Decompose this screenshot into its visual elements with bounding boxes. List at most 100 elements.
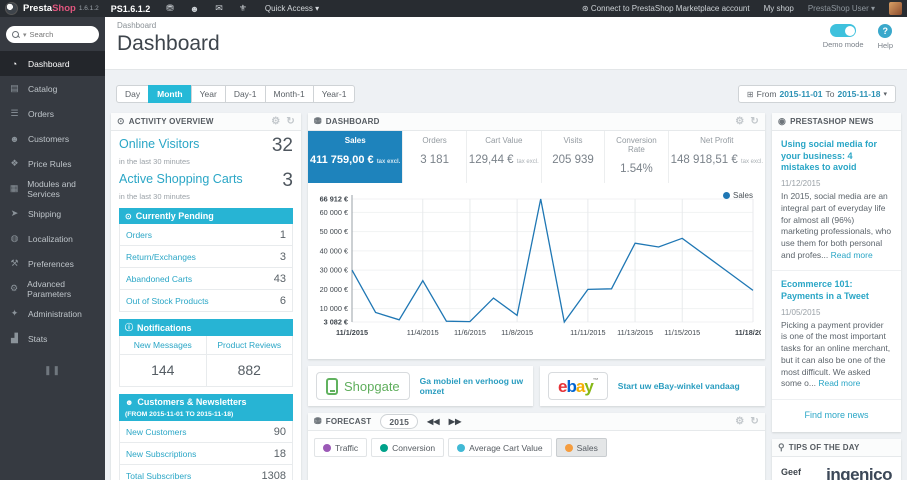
kpi-orders[interactable]: Orders 3 181 bbox=[403, 131, 467, 183]
read-more-link[interactable]: Read more bbox=[818, 378, 860, 388]
new-customers-link[interactable]: New Customers bbox=[126, 427, 186, 437]
new-subscriptions-link[interactable]: New Subscriptions bbox=[126, 449, 196, 459]
news-article-title-link[interactable]: Ecommerce 101: Payments in a Tweet bbox=[781, 279, 892, 302]
find-more-news-link[interactable]: Find more news bbox=[772, 400, 901, 432]
pending-row-out-of-stock: Out of Stock Products 6 bbox=[119, 290, 293, 312]
online-visitors-link[interactable]: Online Visitors bbox=[119, 137, 199, 151]
refresh-icon[interactable]: ↻ bbox=[750, 116, 759, 127]
trophy-icon[interactable]: ⚜ bbox=[239, 3, 247, 14]
date-to-label: To bbox=[825, 89, 835, 99]
kpi-cart-value[interactable]: Cart Value 129,44 € tax excl. bbox=[467, 131, 542, 183]
breadcrumb[interactable]: Dashboard bbox=[117, 21, 895, 30]
svg-text:11/6/2015: 11/6/2015 bbox=[454, 328, 486, 337]
forecast-toggle-sales[interactable]: Sales bbox=[555, 438, 607, 457]
user-icon[interactable]: ☻ bbox=[190, 4, 199, 14]
sidebar-item-administration[interactable]: ✦ Administration bbox=[0, 301, 105, 326]
gear-icon[interactable]: ⚙ bbox=[271, 116, 280, 127]
gear-icon[interactable]: ⚙ bbox=[735, 116, 744, 127]
filter-day-button[interactable]: Day bbox=[116, 85, 150, 103]
sidebar-item-customers[interactable]: ☻ Customers bbox=[0, 126, 105, 151]
sidebar-item-advanced-parameters[interactable]: ⚙ Advanced Parameters bbox=[0, 276, 105, 301]
search-input[interactable] bbox=[29, 30, 93, 39]
abandoned-carts-link[interactable]: Abandoned Carts bbox=[126, 274, 192, 284]
user-menu[interactable]: PrestaShop User ▾ bbox=[808, 4, 875, 13]
refresh-icon[interactable]: ↻ bbox=[286, 116, 295, 127]
out-of-stock-link[interactable]: Out of Stock Products bbox=[126, 296, 209, 306]
shopgate-link[interactable]: Ga mobiel en verhoog uw omzet bbox=[420, 376, 525, 396]
demo-mode-toggle[interactable] bbox=[830, 24, 857, 37]
filter-year-button[interactable]: Year bbox=[190, 85, 226, 103]
sidebar-item-preferences[interactable]: ⚒ Preferences bbox=[0, 251, 105, 276]
sidebar-item-localization[interactable]: ◍ Localization bbox=[0, 226, 105, 251]
pending-returns-link[interactable]: Return/Exchanges bbox=[126, 252, 196, 262]
ebay-ad[interactable]: ebay™ Start uw eBay-winkel vandaag bbox=[540, 366, 765, 406]
filter-month-button[interactable]: Month bbox=[148, 85, 192, 103]
forecast-year[interactable]: 2015 bbox=[380, 414, 419, 429]
refresh-icon[interactable]: ↻ bbox=[750, 416, 759, 427]
sidebar-item-orders[interactable]: ☰ Orders bbox=[0, 101, 105, 126]
forecast-panel-title: FORECAST bbox=[325, 417, 372, 426]
svg-text:50 000 €: 50 000 € bbox=[320, 227, 348, 236]
pending-row-returns: Return/Exchanges 3 bbox=[119, 246, 293, 268]
forecast-toggle-traffic[interactable]: Traffic bbox=[314, 438, 368, 457]
marketplace-link[interactable]: ⊛ Connect to PrestaShop Marketplace acco… bbox=[582, 4, 750, 13]
shopgate-phone-icon bbox=[326, 377, 338, 395]
help-icon[interactable]: ? bbox=[878, 24, 893, 38]
sidebar-search[interactable]: ▾ bbox=[6, 26, 99, 43]
advanced-parameters-icon: ⚙ bbox=[10, 283, 19, 293]
forecast-toggle-conversion[interactable]: Conversion bbox=[371, 438, 445, 457]
new-messages-value: 144 bbox=[151, 362, 175, 378]
ingenico-logo: ingenico Payment services bbox=[814, 466, 892, 480]
sidebar-item-catalog[interactable]: ▤ Catalog bbox=[0, 76, 105, 101]
pending-orders-link[interactable]: Orders bbox=[126, 230, 152, 240]
chart-legend[interactable]: Sales bbox=[722, 191, 753, 200]
online-visitors-metric: Online Visitors 32 bbox=[119, 135, 293, 157]
sidebar-item-stats[interactable]: ▟ Stats bbox=[0, 326, 105, 351]
forecast-prev-button[interactable]: ◀◀ bbox=[427, 417, 440, 426]
sidebar-item-shipping[interactable]: ➤ Shipping bbox=[0, 201, 105, 226]
sidebar-item-price-rules[interactable]: ❖ Price Rules bbox=[0, 151, 105, 176]
kpi-visits[interactable]: Visits 205 939 bbox=[542, 131, 606, 183]
kpi-conversion-rate[interactable]: Conversion Rate 1.54% bbox=[605, 131, 669, 183]
news-article-title-link[interactable]: Using social media for your business: 4 … bbox=[781, 139, 892, 174]
page-title: Dashboard bbox=[117, 32, 220, 55]
kpi-net-profit[interactable]: Net Profit 148 918,51 € tax excl. bbox=[669, 131, 765, 183]
kpi-label: Visits bbox=[563, 136, 583, 145]
mail-icon[interactable]: ✉ bbox=[215, 3, 223, 14]
kpi-sales[interactable]: Sales 411 759,00 € tax excl. bbox=[308, 131, 404, 183]
ebay-logo: ebay™ bbox=[548, 372, 608, 400]
sidebar-item-modules[interactable]: ▦ Modules and Services bbox=[0, 176, 105, 201]
my-shop-link[interactable]: My shop bbox=[764, 4, 794, 13]
active-carts-link[interactable]: Active Shopping Carts bbox=[119, 172, 243, 186]
ebay-link[interactable]: Start uw eBay-winkel vandaag bbox=[618, 381, 740, 391]
cart-icon[interactable]: ⛃ bbox=[166, 3, 174, 14]
prestashop-logo-icon[interactable] bbox=[5, 2, 18, 15]
calendar-icon: ⊞ bbox=[746, 89, 754, 99]
read-more-link[interactable]: Read more bbox=[831, 250, 873, 260]
active-carts-metric: Active Shopping Carts 3 bbox=[119, 170, 293, 192]
shopgate-ad[interactable]: Shopgate Ga mobiel en verhoog uw omzet bbox=[308, 366, 533, 406]
cart-icon: ⛃ bbox=[314, 116, 322, 126]
news-article-date: 11/12/2015 bbox=[781, 179, 821, 189]
modules-icon: ▦ bbox=[9, 183, 19, 193]
sidebar-item-dashboard[interactable]: ◔ Dashboard bbox=[0, 51, 105, 76]
avatar[interactable] bbox=[889, 2, 902, 15]
brand-name[interactable]: PrestaShop bbox=[23, 3, 76, 14]
kpi-value: 1.54% bbox=[620, 163, 653, 175]
gear-icon[interactable]: ⚙ bbox=[735, 416, 744, 427]
filter-year-1-button[interactable]: Year-1 bbox=[312, 85, 356, 103]
forecast-next-button[interactable]: ▶▶ bbox=[449, 417, 462, 426]
new-messages-link[interactable]: New Messages bbox=[120, 336, 206, 355]
forecast-toggle-average-cart-value[interactable]: Average Cart Value bbox=[448, 438, 552, 457]
filter-day-1-button[interactable]: Day-1 bbox=[224, 85, 266, 103]
date-range-picker[interactable]: ⊞ From 2015-11-01 To 2015-11-18 ▾ bbox=[737, 85, 896, 103]
sales-line-chart[interactable]: 66 912 € 60 000 € 50 000 € 40 000 € 30 000 €… bbox=[310, 189, 771, 352]
sidebar-collapse-icon[interactable]: ❚❚ bbox=[0, 365, 105, 376]
search-scope-caret-icon[interactable]: ▾ bbox=[23, 31, 27, 39]
dashboard-panel: ⛃ DASHBOARD ⚙ ↻ Sales 411 759,00 € tax ex… bbox=[308, 113, 771, 359]
product-reviews-link[interactable]: Product Reviews bbox=[206, 336, 292, 355]
total-subscribers-link[interactable]: Total Subscribers bbox=[126, 471, 191, 480]
notifications-title: Notifications bbox=[137, 322, 192, 333]
quick-access-menu[interactable]: Quick Access ▾ bbox=[265, 4, 319, 13]
filter-month-1-button[interactable]: Month-1 bbox=[264, 85, 314, 103]
